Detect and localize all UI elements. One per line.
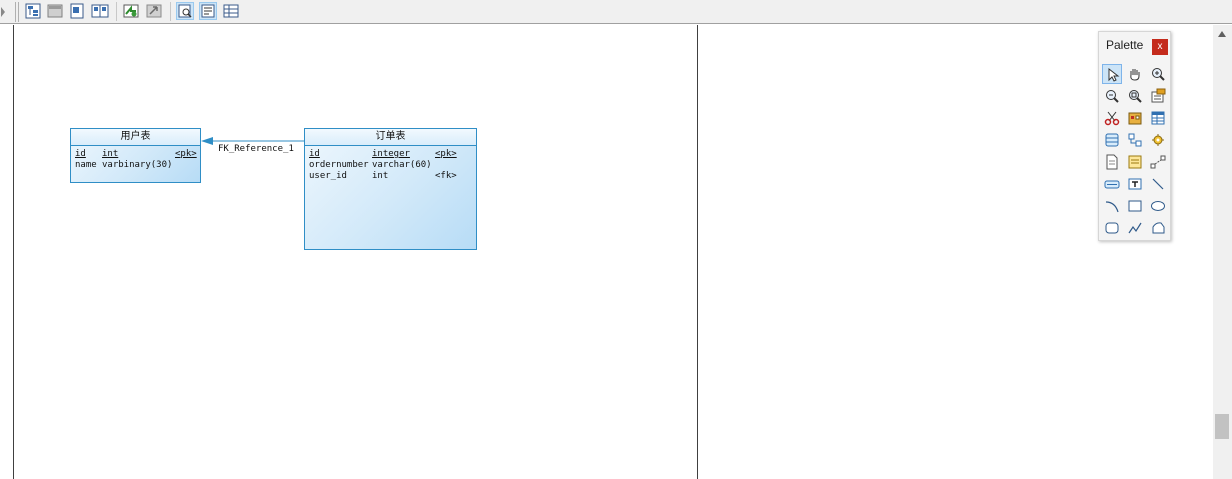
hand-icon[interactable] — [1125, 64, 1145, 84]
column-key: <pk> — [435, 149, 457, 159]
column-type: integer — [372, 149, 410, 159]
table-column-row[interactable]: ordernumber varchar(60) — [305, 160, 476, 171]
reference-arrowhead — [201, 137, 213, 145]
note-icon[interactable] — [1125, 152, 1145, 172]
arc-icon[interactable] — [1102, 196, 1122, 216]
polyline-icon[interactable] — [1125, 218, 1145, 238]
procedure-icon[interactable] — [1148, 130, 1168, 150]
ellipse-icon[interactable] — [1148, 196, 1168, 216]
table-column-row[interactable]: name varbinary(30) — [71, 160, 200, 171]
text-lines-icon[interactable] — [199, 2, 217, 20]
scrollbar-thumb[interactable] — [1215, 414, 1229, 439]
page-boundary-divider — [697, 25, 698, 479]
page-boundary-left — [13, 25, 14, 479]
polygon-icon[interactable] — [1148, 218, 1168, 238]
column-key: <pk> — [175, 149, 197, 159]
cut-icon[interactable] — [1102, 108, 1122, 128]
palette-window[interactable]: Palette x — [1098, 31, 1171, 241]
zoom-out-icon[interactable] — [1102, 86, 1122, 106]
zoom-fit-icon[interactable] — [1125, 86, 1145, 106]
column-type: varchar(60) — [372, 160, 432, 170]
column-key: <fk> — [435, 171, 457, 181]
properties-icon[interactable] — [1148, 86, 1168, 106]
package-icon[interactable] — [1125, 108, 1145, 128]
toolbar-separator — [170, 2, 171, 21]
column-type: int — [102, 149, 119, 159]
column-name: id — [309, 149, 320, 159]
table-column-row[interactable]: id int <pk> — [71, 149, 200, 160]
tree-icon[interactable] — [24, 2, 42, 20]
grey-arrow-icon[interactable] — [145, 2, 163, 20]
column-name: user_id — [309, 171, 347, 181]
reference-icon[interactable] — [1125, 130, 1145, 150]
column-name: ordernumber — [309, 160, 369, 170]
zoom-in-icon[interactable] — [1148, 64, 1168, 84]
link-icon[interactable] — [1148, 152, 1168, 172]
column-name: name — [75, 160, 97, 170]
pointer-icon[interactable] — [1102, 64, 1122, 84]
table-title: 订单表 — [305, 129, 476, 146]
grey-panel-icon[interactable] — [46, 2, 64, 20]
reference-label[interactable]: FK_Reference_1 — [218, 144, 294, 154]
table-icon[interactable] — [1148, 108, 1168, 128]
table-column-row[interactable]: id integer <pk> — [305, 149, 476, 160]
scroll-up-arrow-icon[interactable] — [1218, 31, 1226, 37]
view-icon[interactable] — [1102, 130, 1122, 150]
toolbar-separator — [116, 2, 117, 21]
table-orders[interactable]: 订单表 id integer <pk> ordernumber varchar(… — [304, 128, 477, 250]
toolbar-overflow-arrow-icon[interactable] — [1, 7, 5, 17]
rounded-rectangle-icon[interactable] — [1102, 218, 1122, 238]
line-icon[interactable] — [1148, 174, 1168, 194]
diagram-canvas[interactable] — [0, 25, 1213, 479]
preview-icon[interactable] — [176, 2, 194, 20]
text-icon[interactable] — [1125, 174, 1145, 194]
palette-close-button[interactable]: x — [1152, 39, 1168, 55]
list-table-icon[interactable] — [222, 2, 240, 20]
table-title: 用户表 — [71, 129, 200, 146]
column-name: id — [75, 149, 86, 159]
rectangle-icon[interactable] — [1125, 196, 1145, 216]
vertical-scrollbar[interactable] — [1213, 25, 1232, 479]
domain-icon[interactable] — [1102, 174, 1122, 194]
toolbar-grip[interactable] — [15, 2, 16, 22]
table-column-row[interactable]: user_id int <fk> — [305, 171, 476, 182]
green-arrows-icon[interactable] — [122, 2, 140, 20]
column-type: int — [372, 171, 389, 181]
page-icon[interactable] — [68, 2, 86, 20]
two-pages-icon[interactable] — [91, 2, 109, 20]
palette-title: Palette — [1106, 38, 1144, 52]
file-icon[interactable] — [1102, 152, 1122, 172]
column-type: varbinary(30) — [102, 160, 173, 170]
toolbar-grip[interactable] — [18, 2, 19, 22]
diagram-toolbar — [0, 0, 1232, 24]
table-users[interactable]: 用户表 id int <pk> name varbinary(30) — [70, 128, 201, 183]
